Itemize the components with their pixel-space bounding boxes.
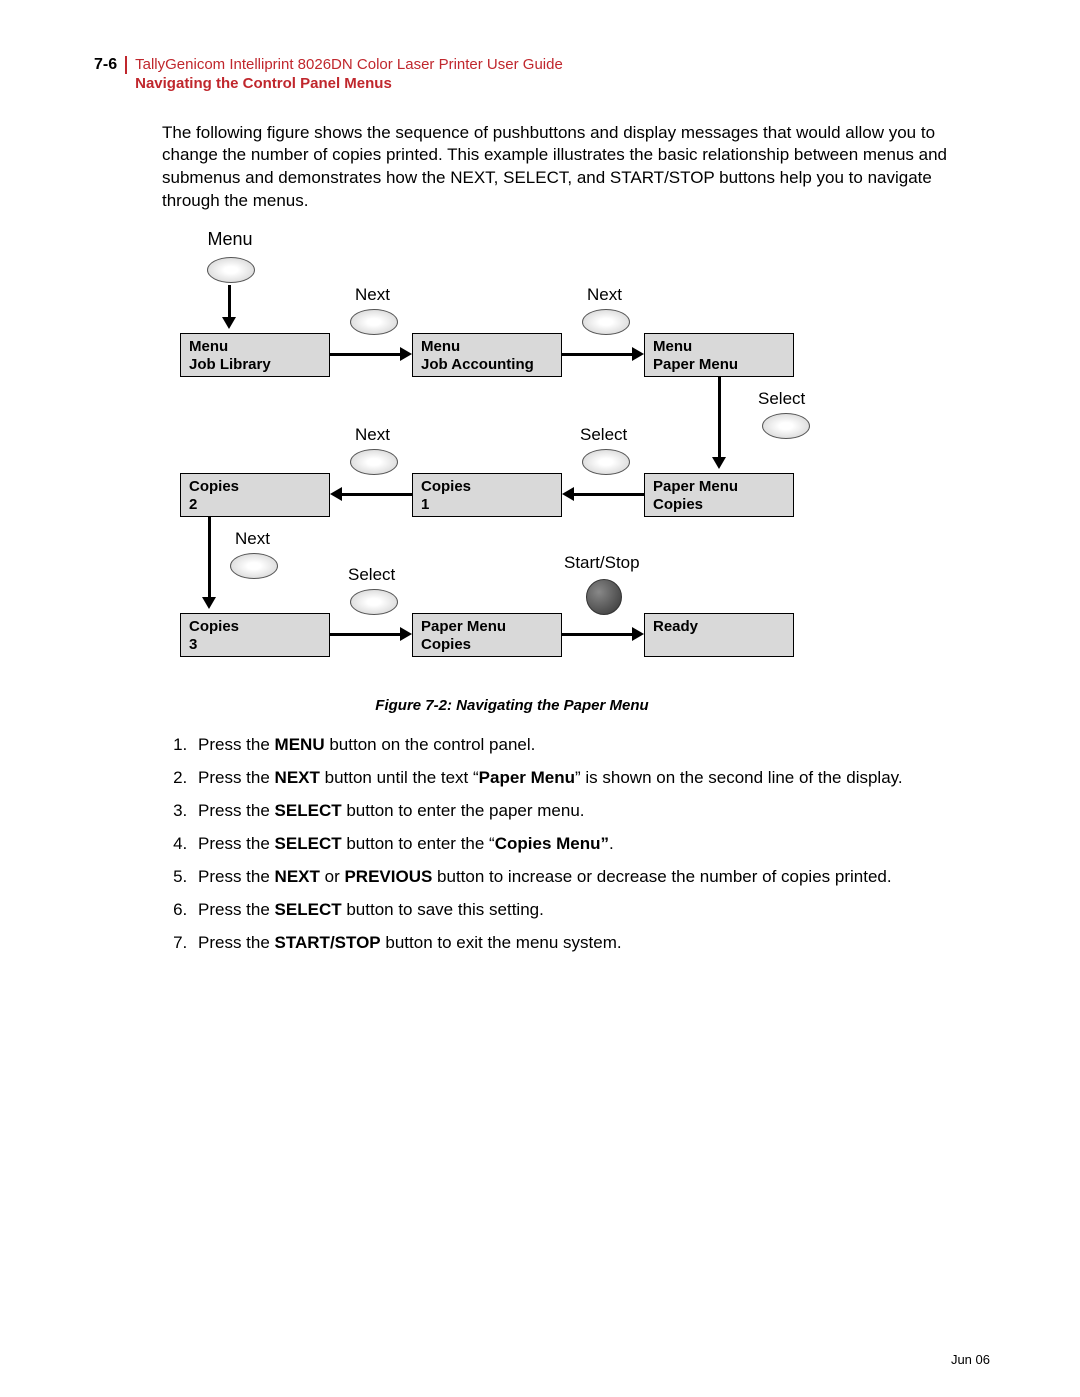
box-line1: Ready bbox=[653, 618, 785, 636]
select-label: Select bbox=[348, 565, 395, 585]
connector-line bbox=[562, 633, 634, 636]
step-item: Press the SELECT button to enter the “Co… bbox=[192, 833, 990, 856]
connector-line bbox=[330, 633, 402, 636]
intro-paragraph: The following figure shows the sequence … bbox=[162, 122, 990, 214]
button-icon bbox=[230, 553, 278, 579]
button-icon bbox=[207, 257, 255, 283]
step-item: Press the SELECT button to enter the pap… bbox=[192, 800, 990, 823]
box-line1: Copies bbox=[421, 478, 553, 496]
startstop-label: Start/Stop bbox=[564, 553, 640, 573]
box-line1: Copies bbox=[189, 478, 321, 496]
screen-box-paper-menu-copies: Paper Menu Copies bbox=[644, 473, 794, 517]
next-label: Next bbox=[587, 285, 622, 305]
arrow-right-icon bbox=[632, 347, 644, 361]
box-line1: Paper Menu bbox=[421, 618, 553, 636]
next-label: Next bbox=[355, 285, 390, 305]
box-line2: Copies bbox=[653, 496, 785, 514]
box-line2: 2 bbox=[189, 496, 321, 514]
connector-line bbox=[340, 493, 412, 496]
screen-box-paper-menu-copies-2: Paper Menu Copies bbox=[412, 613, 562, 657]
step-item: Press the MENU button on the control pan… bbox=[192, 734, 990, 757]
arrow-down-icon bbox=[222, 317, 236, 329]
arrow-down-icon bbox=[202, 597, 216, 609]
header-subtitle: Navigating the Control Panel Menus bbox=[135, 75, 563, 94]
step-item: Press the START/STOP button to exit the … bbox=[192, 932, 990, 955]
button-icon bbox=[582, 449, 630, 475]
page-header: 7-6 TallyGenicom Intelliprint 8026DN Col… bbox=[94, 56, 990, 94]
screen-box-job-accounting: Menu Job Accounting bbox=[412, 333, 562, 377]
connector-line bbox=[718, 377, 721, 459]
button-icon bbox=[350, 449, 398, 475]
arrow-down-icon bbox=[712, 457, 726, 469]
box-line2: Paper Menu bbox=[653, 356, 785, 374]
connector-line bbox=[572, 493, 644, 496]
box-line2: Job Library bbox=[189, 356, 321, 374]
next-label: Next bbox=[355, 425, 390, 445]
box-line1: Paper Menu bbox=[653, 478, 785, 496]
step-item: Press the SELECT button to save this set… bbox=[192, 899, 990, 922]
startstop-button-icon bbox=[586, 579, 622, 615]
select-label: Select bbox=[580, 425, 627, 445]
arrow-right-icon bbox=[400, 347, 412, 361]
screen-box-copies-1: Copies 1 bbox=[412, 473, 562, 517]
connector-line bbox=[330, 353, 402, 356]
box-line2: 3 bbox=[189, 636, 321, 654]
screen-box-copies-2: Copies 2 bbox=[180, 473, 330, 517]
box-line1: Menu bbox=[189, 338, 321, 356]
step-item: Press the NEXT button until the text “Pa… bbox=[192, 767, 990, 790]
select-label: Select bbox=[758, 389, 805, 409]
button-icon bbox=[582, 309, 630, 335]
screen-box-paper-menu: Menu Paper Menu bbox=[644, 333, 794, 377]
figure-diagram: Menu Menu Job Library Menu Job Accountin… bbox=[180, 229, 880, 689]
next-label: Next bbox=[235, 529, 270, 549]
menu-label: Menu bbox=[200, 229, 260, 250]
steps-list: Press the MENU button on the control pan… bbox=[162, 734, 990, 955]
box-line1: Copies bbox=[189, 618, 321, 636]
header-title: TallyGenicom Intelliprint 8026DN Color L… bbox=[135, 56, 563, 75]
arrow-right-icon bbox=[400, 627, 412, 641]
button-icon bbox=[762, 413, 810, 439]
step-item: Press the NEXT or PREVIOUS button to inc… bbox=[192, 866, 990, 889]
connector-line bbox=[228, 285, 231, 319]
connector-line bbox=[562, 353, 634, 356]
arrow-left-icon bbox=[330, 487, 342, 501]
page-number: 7-6 bbox=[94, 56, 127, 74]
screen-box-job-library: Menu Job Library bbox=[180, 333, 330, 377]
figure-caption: Figure 7-2: Navigating the Paper Menu bbox=[162, 697, 862, 714]
box-line2: Job Accounting bbox=[421, 356, 553, 374]
button-icon bbox=[350, 309, 398, 335]
arrow-left-icon bbox=[562, 487, 574, 501]
footer-date: Jun 06 bbox=[951, 1352, 990, 1367]
screen-box-copies-3: Copies 3 bbox=[180, 613, 330, 657]
connector-line bbox=[208, 517, 211, 599]
button-icon bbox=[350, 589, 398, 615]
box-line2: 1 bbox=[421, 496, 553, 514]
box-line1: Menu bbox=[421, 338, 553, 356]
box-line1: Menu bbox=[653, 338, 785, 356]
header-texts: TallyGenicom Intelliprint 8026DN Color L… bbox=[127, 56, 563, 94]
arrow-right-icon bbox=[632, 627, 644, 641]
box-line2: Copies bbox=[421, 636, 553, 654]
screen-box-ready: Ready bbox=[644, 613, 794, 657]
